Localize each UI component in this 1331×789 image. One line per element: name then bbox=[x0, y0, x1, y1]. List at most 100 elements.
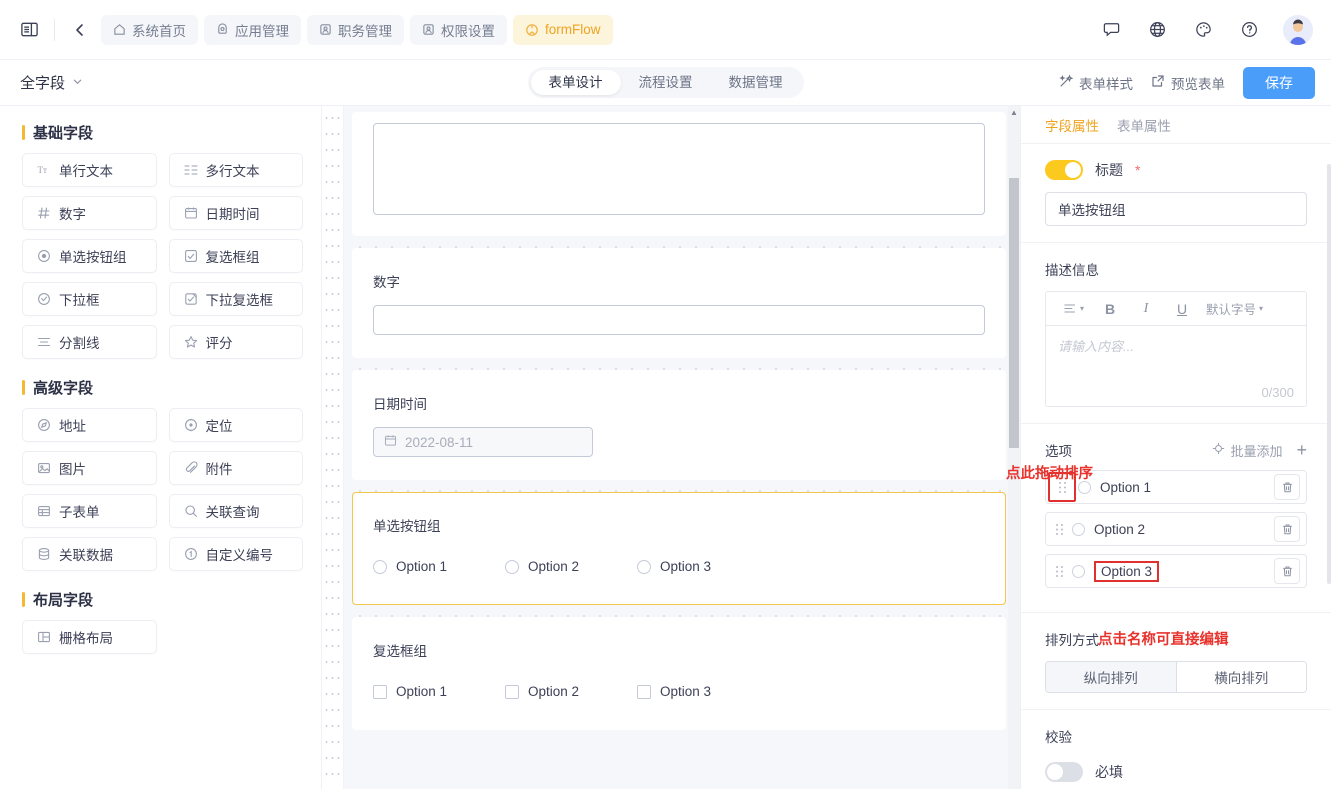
tab-form-properties[interactable]: 表单属性 bbox=[1117, 115, 1171, 135]
drag-handle-icon[interactable] bbox=[1046, 523, 1072, 536]
palette-item-label: 单选按钮组 bbox=[59, 250, 127, 265]
option-row[interactable]: Option 3 bbox=[1045, 554, 1307, 588]
palette-item-checkbox-group[interactable]: 复选框组 bbox=[168, 239, 303, 273]
font-size-selector[interactable]: 默认字号 ▾ bbox=[1200, 295, 1269, 323]
required-toggle-row: 必填 bbox=[1045, 762, 1307, 782]
multi-line-text-input[interactable] bbox=[373, 123, 985, 215]
palette-item-single-line-text[interactable]: Tт 单行文本 bbox=[22, 153, 157, 187]
badge-icon bbox=[422, 23, 435, 36]
palette-icon[interactable] bbox=[1191, 18, 1215, 42]
scroll-up-arrow[interactable]: ▲ bbox=[1008, 106, 1020, 120]
radio-option[interactable]: Option 2 bbox=[505, 559, 637, 574]
checkbox-icon bbox=[637, 684, 651, 699]
palette-item-subform[interactable]: 子表单 bbox=[22, 494, 157, 528]
palette-item-rating[interactable]: 评分 bbox=[168, 325, 303, 359]
form-field-card-datetime[interactable]: 日期时间 2022-08-11 bbox=[352, 370, 1006, 480]
save-button[interactable]: 保存 bbox=[1243, 66, 1315, 99]
field-label: 日期时间 bbox=[373, 397, 427, 412]
option-row[interactable]: Option 2 bbox=[1045, 512, 1307, 546]
option-name[interactable]: Option 1 bbox=[1100, 480, 1274, 495]
user-avatar[interactable] bbox=[1283, 14, 1313, 45]
batch-add-button[interactable]: 批量添加 bbox=[1212, 441, 1282, 460]
properties-scrollbar[interactable] bbox=[1327, 144, 1331, 789]
radio-option[interactable]: Option 1 bbox=[373, 559, 505, 574]
palette-item-multi-line-text[interactable]: 多行文本 bbox=[168, 153, 303, 187]
tab-flow-settings[interactable]: 流程设置 bbox=[621, 70, 711, 95]
scrollbar-thumb[interactable] bbox=[1327, 164, 1331, 584]
palette-item-multi-select[interactable]: 下拉复选框 bbox=[168, 282, 303, 316]
option-name[interactable]: Option 2 bbox=[1094, 522, 1274, 537]
validation-label: 校验 bbox=[1045, 730, 1072, 745]
bold-icon[interactable]: B bbox=[1092, 295, 1128, 323]
field-title-input[interactable] bbox=[1045, 192, 1307, 226]
italic-icon[interactable]: I bbox=[1128, 295, 1164, 323]
palette-item-attachment[interactable]: 附件 bbox=[168, 451, 303, 485]
globe-icon[interactable] bbox=[1145, 18, 1169, 42]
form-field-card-textarea[interactable] bbox=[352, 112, 1006, 236]
palette-item-grid-layout[interactable]: 栅格布局 bbox=[22, 620, 157, 654]
nav-tab-position-management[interactable]: 职务管理 bbox=[307, 14, 404, 45]
palette-item-address[interactable]: 地址 bbox=[22, 408, 157, 442]
underline-icon[interactable]: U bbox=[1164, 295, 1200, 323]
drag-handle-icon[interactable] bbox=[1048, 472, 1076, 502]
scrollbar-thumb[interactable] bbox=[1009, 178, 1019, 448]
palette-item-select[interactable]: 下拉框 bbox=[22, 282, 157, 316]
trash-icon[interactable] bbox=[1274, 558, 1300, 584]
palette-item-divider[interactable]: 分割线 bbox=[22, 325, 157, 359]
palette-item-related-data[interactable]: 关联数据 bbox=[22, 537, 157, 571]
preview-form-button[interactable]: 预览表单 bbox=[1151, 73, 1225, 93]
palette-item-image[interactable]: 图片 bbox=[22, 451, 157, 485]
checkbox-option[interactable]: Option 2 bbox=[505, 684, 637, 699]
chat-icon[interactable] bbox=[1099, 18, 1123, 42]
form-canvas[interactable]: 数字 日期时间 2022-08-11 单选按钮组 Option 1 Option… bbox=[344, 106, 1020, 789]
form-field-card-radio-group[interactable]: 单选按钮组 Option 1 Option 2 Option 3 bbox=[352, 492, 1006, 605]
back-button[interactable] bbox=[67, 17, 93, 43]
palette-item-number[interactable]: 数字 bbox=[22, 196, 157, 230]
tab-field-properties[interactable]: 字段属性 bbox=[1045, 115, 1099, 135]
trash-icon[interactable] bbox=[1274, 474, 1300, 500]
option-row[interactable]: Option 1 bbox=[1045, 470, 1307, 504]
form-field-card-number[interactable]: 数字 bbox=[352, 248, 1006, 358]
option-name[interactable]: Option 3 bbox=[1094, 560, 1160, 582]
required-toggle[interactable] bbox=[1045, 762, 1083, 782]
nav-tab-app-management[interactable]: 应用管理 bbox=[204, 14, 301, 45]
number-input[interactable] bbox=[373, 305, 985, 335]
checkbox-option[interactable]: Option 1 bbox=[373, 684, 505, 699]
title-visibility-toggle[interactable] bbox=[1045, 160, 1083, 180]
layout-horizontal-option[interactable]: 横向排列 bbox=[1176, 662, 1306, 692]
form-name-selector[interactable]: 全字段 bbox=[20, 72, 83, 93]
palette-item-related-query[interactable]: 关联查询 bbox=[168, 494, 303, 528]
form-field-card-checkbox-group[interactable]: 复选框组 Option 1 Option 2 Option 3 bbox=[352, 617, 1006, 730]
align-icon[interactable]: ▾ bbox=[1056, 295, 1092, 323]
trash-icon[interactable] bbox=[1274, 516, 1300, 542]
drag-handle-icon[interactable] bbox=[1046, 565, 1072, 578]
form-style-button[interactable]: 表单样式 bbox=[1059, 73, 1133, 93]
radio-option[interactable]: Option 3 bbox=[637, 559, 769, 574]
palette-item-radio-group[interactable]: 单选按钮组 bbox=[22, 239, 157, 273]
option-label: Option 1 bbox=[396, 684, 448, 699]
toggle-knob bbox=[1065, 162, 1081, 178]
nav-tab-permission-settings[interactable]: 权限设置 bbox=[410, 14, 507, 45]
divider bbox=[54, 18, 55, 41]
palette-item-location[interactable]: 定位 bbox=[168, 408, 303, 442]
plus-icon[interactable]: + bbox=[1296, 441, 1307, 459]
description-placeholder: 请输入内容... bbox=[1058, 339, 1134, 354]
description-textarea[interactable]: 请输入内容... 0/300 bbox=[1046, 326, 1306, 406]
palette-item-datetime[interactable]: 日期时间 bbox=[168, 196, 303, 230]
divider-icon bbox=[37, 335, 51, 349]
view-segmented-control: 表单设计 流程设置 数据管理 bbox=[527, 67, 804, 98]
canvas-scrollbar[interactable]: ▲ bbox=[1008, 106, 1020, 789]
select-icon bbox=[37, 292, 51, 306]
tab-data-management[interactable]: 数据管理 bbox=[711, 70, 801, 95]
panel-collapse-icon[interactable] bbox=[14, 15, 44, 45]
layout-vertical-option[interactable]: 纵向排列 bbox=[1046, 662, 1177, 692]
datetime-input[interactable]: 2022-08-11 bbox=[373, 427, 593, 457]
svg-text:Tт: Tт bbox=[38, 165, 47, 175]
topbar-actions bbox=[1099, 14, 1313, 45]
checkbox-option[interactable]: Option 3 bbox=[637, 684, 769, 699]
nav-tab-formflow[interactable]: formFlow bbox=[513, 14, 613, 45]
nav-tab-home[interactable]: 系统首页 bbox=[101, 14, 198, 45]
tab-form-design[interactable]: 表单设计 bbox=[530, 70, 621, 95]
help-icon[interactable] bbox=[1237, 18, 1261, 42]
palette-item-custom-number[interactable]: 自定义编号 bbox=[168, 537, 303, 571]
